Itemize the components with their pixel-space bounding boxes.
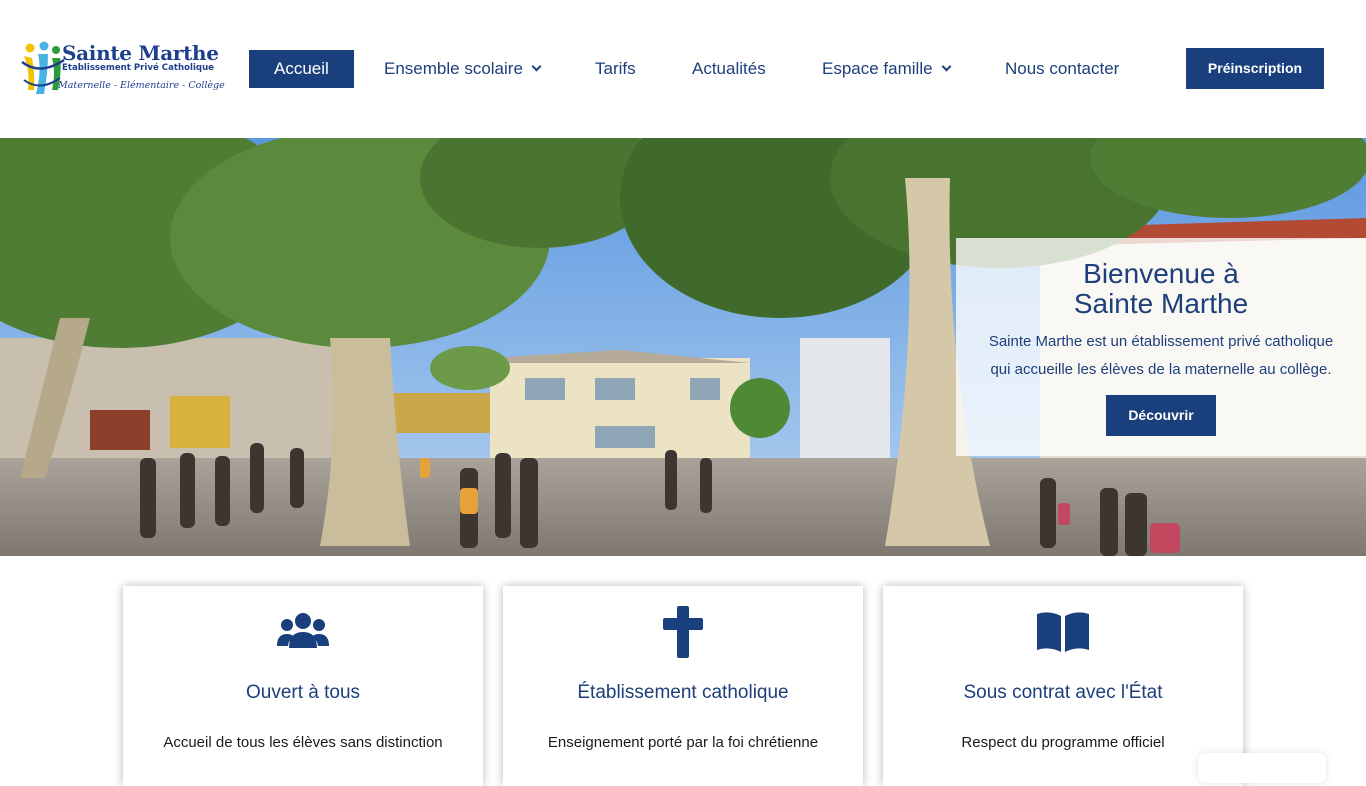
feature-card-catholic: Établissement catholique Enseignement po… — [503, 586, 863, 786]
book-open-icon — [883, 606, 1243, 658]
nav-item-accueil[interactable]: Accueil — [249, 50, 354, 88]
nav-item-label: Actualités — [692, 59, 766, 78]
hero-text-line2: qui accueille les élèves de la maternell… — [990, 361, 1332, 378]
hero-banner: Bienvenue à Sainte Marthe Sainte Marthe e… — [0, 138, 1366, 556]
site-logo[interactable]: Sainte Marthe Etablissement Privé Cathol… — [20, 40, 230, 100]
logo-title: Sainte Marthe — [62, 41, 219, 65]
welcome-panel: Bienvenue à Sainte Marthe Sainte Marthe e… — [956, 238, 1366, 456]
feature-text: Accueil de tous les élèves sans distinct… — [163, 734, 443, 751]
preinscription-button[interactable]: Préinscription — [1186, 48, 1324, 89]
feature-card-contract: Sous contrat avec l'État Respect du prog… — [883, 586, 1243, 786]
hero-title-line1: Bienvenue à — [1083, 258, 1239, 289]
chevron-down-icon — [941, 61, 952, 72]
logo-subtitle: Etablissement Privé Catholique — [62, 63, 215, 73]
site-header: Sainte Marthe Etablissement Privé Cathol… — [0, 0, 1366, 138]
feature-title: Établissement catholique — [577, 682, 789, 703]
feature-card-open: Ouvert à tous Accueil de tous les élèves… — [123, 586, 483, 786]
nav-item-actualites[interactable]: Actualités — [692, 50, 766, 88]
decouvrir-button[interactable]: Découvrir — [1106, 395, 1216, 436]
hero-title-line2: Sainte Marthe — [1073, 288, 1249, 319]
feature-text: Enseignement porté par la foi chrétienne — [547, 734, 819, 751]
feature-title: Ouvert à tous — [245, 682, 361, 703]
cross-icon — [503, 606, 863, 658]
hero-text-line1: Sainte Marthe est un établissement privé… — [988, 333, 1334, 350]
nav-item-label: Espace famille — [822, 59, 933, 78]
nav-item-label: Ensemble scolaire — [384, 59, 523, 78]
nav-item-label: Accueil — [274, 59, 329, 78]
hero-text: Sainte Marthe est un établissement privé… — [956, 328, 1366, 384]
chevron-down-icon — [531, 61, 542, 72]
floating-widget[interactable] — [1198, 753, 1326, 783]
hero-title: Bienvenue à Sainte Marthe — [956, 259, 1366, 319]
logo-tagline: Maternelle - Elémentaire - Collège — [58, 80, 225, 91]
nav-item-ensemble-scolaire[interactable]: Ensemble scolaire — [384, 50, 542, 88]
nav-item-label: Tarifs — [595, 59, 636, 78]
feature-text: Respect du programme officiel — [961, 734, 1165, 751]
users-icon — [123, 606, 483, 658]
nav-item-tarifs[interactable]: Tarifs — [595, 50, 636, 88]
feature-title: Sous contrat avec l'État — [963, 682, 1163, 703]
nav-item-nous-contacter[interactable]: Nous contacter — [1005, 50, 1119, 88]
nav-item-label: Nous contacter — [1005, 59, 1120, 78]
nav-item-espace-famille[interactable]: Espace famille — [822, 50, 952, 88]
